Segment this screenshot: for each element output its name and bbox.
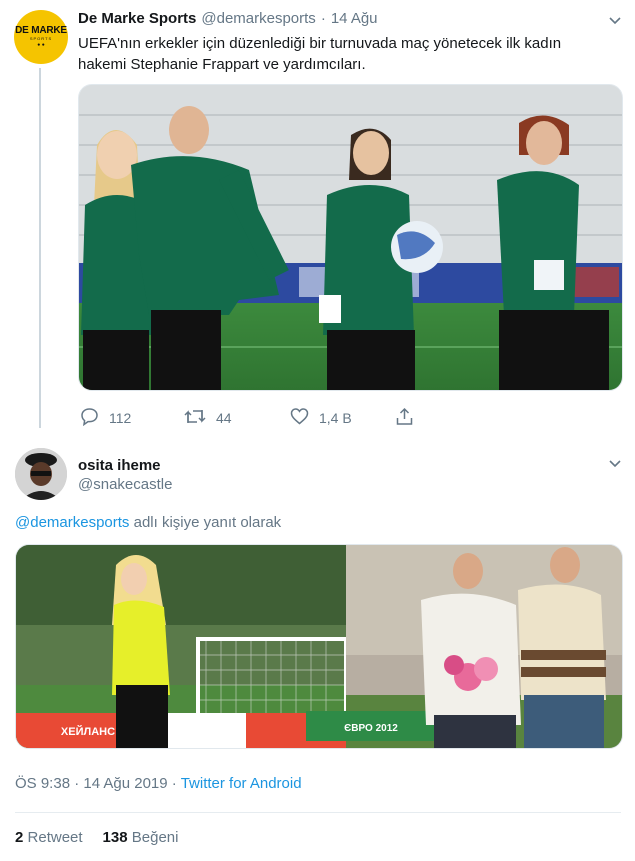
author-name[interactable]: De Marke Sports bbox=[78, 10, 196, 27]
tweet-timestamp[interactable]: ÖS 9:38 · 14 Ağu 2019 · bbox=[15, 775, 177, 792]
avatar-osita[interactable] bbox=[15, 448, 67, 500]
thread-line bbox=[39, 68, 41, 428]
author-handle[interactable]: @snakecastle bbox=[78, 476, 172, 493]
ad-banner-left: ХЕЙЛАНС bbox=[61, 725, 115, 738]
chevron-down-icon[interactable] bbox=[608, 457, 622, 471]
retweet-action[interactable]: 44 bbox=[184, 407, 232, 429]
share-action[interactable] bbox=[395, 407, 414, 429]
tweet-source-link[interactable]: Twitter for Android bbox=[181, 775, 302, 792]
avatar-demarke[interactable]: DE MARKE SPORTS ● ● bbox=[14, 10, 68, 64]
tweet2-author: osita iheme @snakecastle bbox=[78, 457, 172, 493]
tweet1-text: UEFA'nın erkekler için düzenlediği bir t… bbox=[78, 35, 562, 73]
divider bbox=[15, 812, 621, 813]
tweet-date[interactable]: 14 Ağu bbox=[331, 10, 378, 27]
reply-icon bbox=[80, 407, 99, 429]
like-icon bbox=[290, 407, 309, 429]
retweet-count: 44 bbox=[216, 410, 232, 426]
share-icon bbox=[395, 407, 414, 429]
ad-banner-right: ЄВРО 2012 bbox=[344, 723, 398, 734]
reply-context-text: adlı kişiye yanıt olarak bbox=[133, 514, 282, 531]
author-name[interactable]: osita iheme bbox=[78, 457, 172, 474]
retweet-stat[interactable]: 2 Retweet bbox=[15, 829, 83, 846]
retweet-stat-count: 2 bbox=[15, 829, 24, 846]
author-handle[interactable]: @demarkesports bbox=[201, 10, 315, 27]
avatar-logo-dots: ● ● bbox=[37, 42, 45, 48]
like-action[interactable]: 1,4 B bbox=[290, 407, 352, 429]
tweet2-meta: ÖS 9:38 · 14 Ağu 2019 · Twitter for Andr… bbox=[15, 775, 302, 792]
reply-mention-link[interactable]: @demarkesports bbox=[15, 514, 129, 531]
retweet-stat-label: Retweet bbox=[27, 829, 83, 846]
like-stat-label: Beğeni bbox=[131, 829, 179, 846]
retweet-icon bbox=[184, 407, 206, 429]
reply-action[interactable]: 112 bbox=[80, 407, 131, 429]
like-count: 1,4 B bbox=[319, 410, 352, 426]
tweet1-photo[interactable] bbox=[78, 84, 623, 391]
separator-dot: · bbox=[320, 10, 326, 27]
like-stat-count: 138 bbox=[102, 829, 128, 846]
tweet2-photo[interactable]: ХЕЙЛАНС ЄВРО 2012 bbox=[15, 544, 623, 749]
reply-count: 112 bbox=[109, 410, 132, 426]
avatar-logo-text: DE MARKE bbox=[15, 25, 67, 36]
tweet2-stats: 2 Retweet 138 Beğeni bbox=[15, 829, 178, 846]
reply-context: @demarkesports adlı kişiye yanıt olarak bbox=[15, 514, 281, 531]
chevron-down-icon[interactable] bbox=[608, 14, 622, 28]
tweet1-header: De Marke Sports @demarkesports · 14 Ağu bbox=[78, 10, 378, 27]
like-stat[interactable]: 138 Beğeni bbox=[103, 829, 179, 846]
